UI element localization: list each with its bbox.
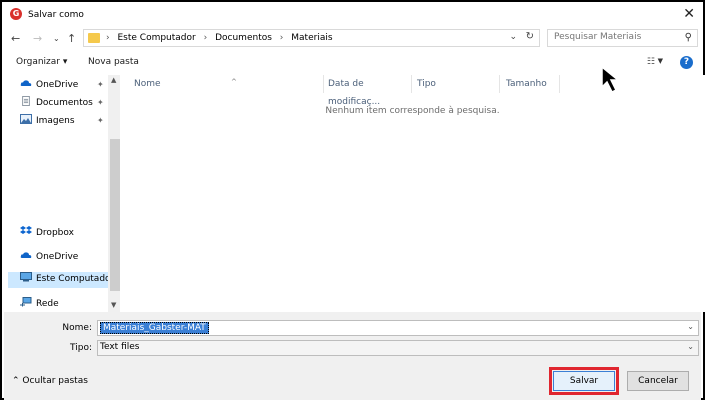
breadcrumb-item-computer[interactable]: Este Computador — [117, 33, 195, 43]
scroll-up-icon[interactable]: ▲ — [111, 76, 116, 84]
column-header-name[interactable]: Nome ^ — [126, 75, 324, 93]
save-button[interactable]: Salvar — [553, 371, 615, 391]
search-input[interactable] — [554, 32, 674, 42]
back-arrow-icon[interactable]: ← — [11, 32, 20, 45]
image-icon — [20, 114, 32, 124]
address-row: ← → ⌄ ↑ › Este Computador › Documentos ›… — [4, 28, 701, 50]
file-list[interactable]: Nome ^ Data de modificaç... Tipo Tamanho… — [120, 75, 705, 312]
pin-icon[interactable]: ✦ — [97, 98, 104, 107]
pin-icon[interactable]: ✦ — [97, 80, 104, 89]
breadcrumb: › Este Computador › Documentos › Materia… — [106, 33, 333, 43]
organize-button[interactable]: Organizar ▾ — [16, 57, 67, 67]
nav-item-network[interactable]: Rede — [20, 297, 59, 313]
pin-icon[interactable]: ✦ — [97, 116, 104, 125]
refresh-icon[interactable]: ↻ — [526, 31, 534, 42]
chevron-up-icon: ⌃ — [12, 376, 20, 386]
sort-up-icon: ^ — [231, 78, 237, 86]
mouse-pointer-icon — [601, 65, 621, 94]
column-header-type[interactable]: Tipo — [412, 75, 500, 93]
navigation-pane: OneDrive ✦ Documentos ✦ Imagens ✦ Dropbo… — [4, 75, 122, 313]
column-header-date[interactable]: Data de modificaç... — [324, 75, 412, 107]
search-icon[interactable]: ⚲ — [685, 32, 692, 43]
up-arrow-icon[interactable]: ↑ — [67, 32, 76, 45]
address-dropdown-icon[interactable]: ⌄ — [509, 32, 517, 42]
column-header-label: Nome — [134, 79, 161, 89]
nav-item-dropbox[interactable]: Dropbox — [20, 226, 74, 242]
search-box[interactable]: ⚲ — [547, 29, 698, 47]
scroll-down-icon[interactable]: ▼ — [111, 301, 116, 309]
network-icon — [20, 297, 32, 307]
filename-field[interactable]: Materiais_Gabster-MAT ⌄ — [97, 320, 699, 336]
filename-label: Nome: — [62, 323, 92, 333]
chevron-down-icon[interactable]: ⌄ — [687, 322, 694, 331]
forward-arrow-icon[interactable]: → — [33, 32, 42, 45]
cancel-button[interactable]: Cancelar — [627, 371, 689, 391]
document-icon — [22, 96, 30, 106]
nav-item-label: Imagens — [36, 116, 75, 126]
nav-item-label: Este Computador — [36, 274, 115, 284]
nav-item-documents[interactable]: Documentos — [20, 96, 93, 112]
save-as-dialog: G Salvar como ✕ ← → ⌄ ↑ › Este Computado… — [0, 0, 705, 400]
empty-message: Nenhum item corresponde à pesquisa. — [325, 106, 500, 116]
folder-icon — [88, 33, 100, 43]
new-folder-button[interactable]: Nova pasta — [88, 57, 139, 67]
onedrive-icon — [20, 252, 32, 258]
nav-item-label: Dropbox — [36, 228, 74, 238]
column-header-label: Tipo — [417, 79, 436, 89]
filetype-value: Text files — [100, 342, 140, 352]
column-header-label: Tamanho — [506, 79, 547, 89]
column-header-label: Data de modificaç... — [328, 79, 381, 107]
nav-item-this-pc[interactable]: Este Computador — [8, 272, 114, 288]
save-form: Nome: Materiais_Gabster-MAT ⌄ Tipo: Text… — [4, 312, 701, 400]
nav-item-label: OneDrive — [36, 80, 79, 90]
hide-folders-label: Ocultar pastas — [22, 376, 88, 386]
nav-item-label: Documentos — [36, 98, 93, 108]
filetype-select[interactable]: Text files ⌄ — [97, 340, 699, 356]
nav-item-onedrive[interactable]: OneDrive — [20, 250, 78, 266]
title-bar: G Salvar como ✕ — [4, 4, 701, 26]
view-options-icon[interactable]: ☷ — [647, 57, 655, 67]
filename-value[interactable]: Materiais_Gabster-MAT — [100, 322, 209, 334]
nav-item-label: Rede — [36, 299, 59, 309]
help-icon[interactable]: ? — [680, 56, 693, 69]
nav-item-images[interactable]: Imagens — [20, 114, 75, 130]
hide-folders-button[interactable]: ⌃ Ocultar pastas — [12, 376, 88, 386]
breadcrumb-item-materials[interactable]: Materiais — [291, 33, 332, 43]
command-bar: Organizar ▾ Nova pasta ☷ ▼ ? — [4, 52, 701, 74]
address-bar[interactable]: › Este Computador › Documentos › Materia… — [83, 29, 540, 47]
nav-item-onedrive-quick[interactable]: OneDrive — [20, 78, 78, 94]
dropbox-icon — [20, 226, 32, 234]
nav-item-label: OneDrive — [36, 252, 79, 262]
computer-icon — [20, 272, 32, 282]
breadcrumb-item-documents[interactable]: Documentos — [215, 33, 272, 43]
recent-chevron-down-icon[interactable]: ⌄ — [53, 34, 60, 43]
filetype-label: Tipo: — [70, 343, 92, 353]
chevron-down-icon[interactable]: ⌄ — [687, 342, 694, 351]
column-header-size[interactable]: Tamanho — [500, 75, 560, 93]
onedrive-icon — [20, 80, 32, 86]
window-title: Salvar como — [28, 10, 84, 20]
gabster-app-icon: G — [10, 8, 22, 20]
scroll-thumb[interactable] — [110, 139, 120, 291]
view-options-caret-icon[interactable]: ▼ — [658, 57, 663, 65]
close-icon[interactable]: ✕ — [683, 6, 695, 22]
